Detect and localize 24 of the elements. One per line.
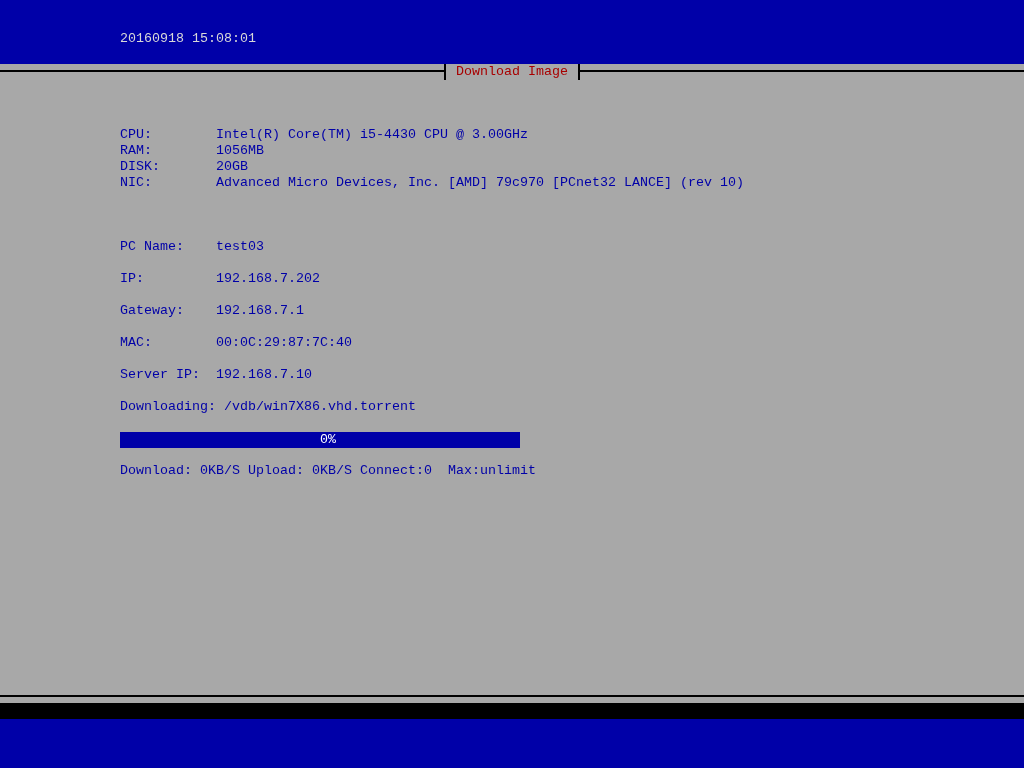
field-label: MAC: — [120, 335, 153, 351]
transfer-stats: Download: 0KB/S Upload: 0KB/S Connect:0 Max:unlimit — [120, 463, 537, 479]
field-value: 20GB — [216, 159, 248, 175]
panel-title: Download Image — [444, 64, 580, 80]
field-value: 192.168.7.1 — [216, 303, 304, 319]
field-value: 192.168.7.202 — [216, 271, 320, 287]
field-value: test03 — [216, 239, 264, 255]
field-label: NIC: — [120, 175, 153, 191]
progress-percent: 0% — [320, 432, 336, 448]
field-label: RAM: — [120, 143, 153, 159]
field-value: Intel(R) Core(TM) i5-4430 CPU @ 3.00GHz — [216, 127, 528, 143]
field-label: Gateway: — [120, 303, 185, 319]
field-label: IP: — [120, 271, 145, 287]
field-value: Advanced Micro Devices, Inc. [AMD] 79c970 [PCnet32 LANCE] (rev 10) — [216, 175, 744, 191]
field-label: CPU: — [120, 127, 153, 143]
timestamp: 20160918 15:08:01 — [120, 31, 256, 46]
field-value: 1056MB — [216, 143, 264, 159]
field-label: DISK: — [120, 159, 161, 175]
field-value: 00:0C:29:87:7C:40 — [216, 335, 352, 351]
field-label: Server IP: — [120, 367, 201, 383]
field-label: Downloading: — [120, 399, 216, 415]
field-value: 192.168.7.10 — [216, 367, 312, 383]
file-path: /vdb/win7X86.vhd.torrent — [224, 399, 416, 415]
field-label: PC Name: — [120, 239, 185, 255]
